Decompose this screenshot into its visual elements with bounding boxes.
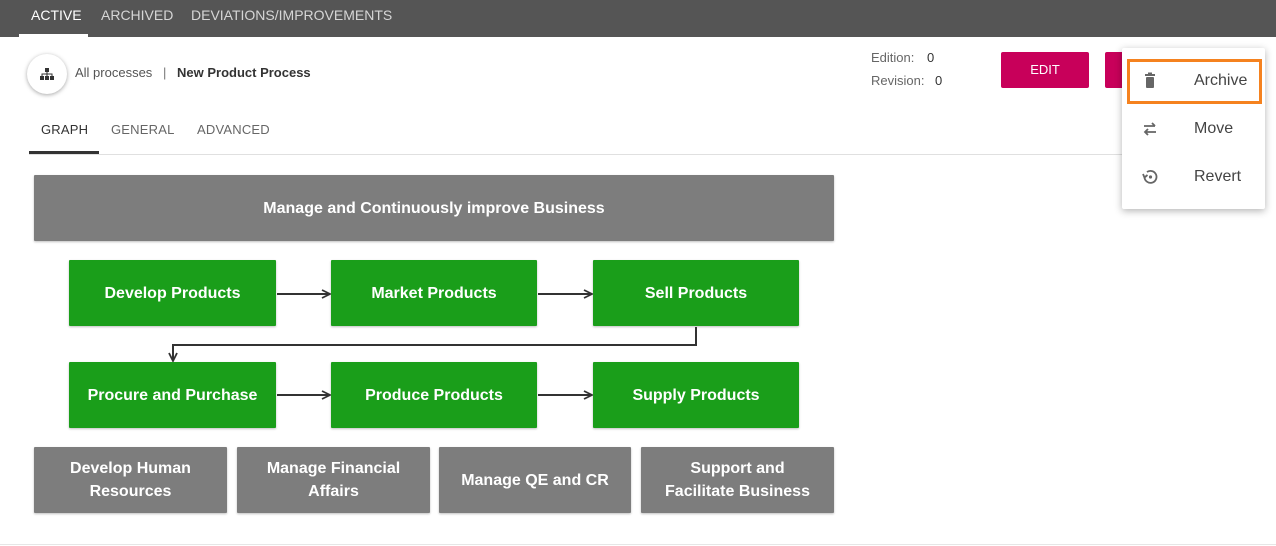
breadcrumb-current: New Product Process (177, 65, 311, 80)
edition-label: Edition: (871, 50, 915, 65)
menu-item-move-label: Move (1194, 120, 1234, 137)
process-box-produce-products[interactable]: Produce Products (331, 362, 537, 428)
process-box-manage-financial-affairs[interactable]: Manage Financial Affairs (237, 447, 430, 513)
process-box-support-facilitate-business[interactable]: Support and Facilitate Business (641, 447, 834, 513)
menu-item-revert-label: Revert (1194, 168, 1242, 185)
process-box-develop-human-resources[interactable]: Develop Human Resources (34, 447, 227, 513)
process-box-sell-products[interactable]: Sell Products (593, 260, 799, 326)
menu-item-move[interactable]: Move (1122, 105, 1265, 153)
tab-archived[interactable]: ARCHIVED (101, 0, 173, 37)
tab-general[interactable]: GENERAL (111, 122, 175, 137)
process-box-market-products[interactable]: Market Products (331, 260, 537, 326)
tab-graph[interactable]: GRAPH (41, 122, 88, 137)
process-box-procure-purchase[interactable]: Procure and Purchase (69, 362, 276, 428)
edit-button[interactable]: EDIT (1001, 52, 1089, 88)
tab-active[interactable]: ACTIVE (19, 0, 88, 37)
breadcrumb-root-link[interactable]: All processes (75, 65, 152, 80)
top-tab-bar: ACTIVE ARCHIVED DEVIATIONS/IMPROVEMENTS (0, 0, 1276, 37)
bottom-divider (0, 544, 1276, 545)
hierarchy-button[interactable] (27, 54, 67, 94)
arrow-sell-to-procure (173, 327, 697, 361)
restore-icon (1142, 169, 1158, 184)
tab-active-label: ACTIVE (31, 7, 82, 23)
tab-advanced[interactable]: ADVANCED (197, 122, 270, 137)
menu-item-revert[interactable]: Revert (1122, 153, 1265, 201)
tab-deviations-improvements[interactable]: DEVIATIONS/IMPROVEMENTS (191, 0, 392, 37)
archive-highlight-box (1127, 59, 1262, 104)
process-box-manage-qe-cr[interactable]: Manage QE and CR (439, 447, 631, 513)
breadcrumb-separator: | (163, 65, 167, 80)
edition-value: 0 (927, 50, 935, 65)
process-box-manage-improve-business[interactable]: Manage and Continuously improve Business (34, 175, 834, 241)
hierarchy-icon (40, 68, 54, 80)
process-box-develop-products[interactable]: Develop Products (69, 260, 276, 326)
tab-divider (29, 154, 1122, 155)
swap-arrows-icon (1143, 122, 1156, 136)
revision-label: Revision: (871, 73, 925, 88)
revision-value: 0 (935, 73, 943, 88)
tab-active-underline (19, 34, 88, 37)
process-box-supply-products[interactable]: Supply Products (593, 362, 799, 428)
